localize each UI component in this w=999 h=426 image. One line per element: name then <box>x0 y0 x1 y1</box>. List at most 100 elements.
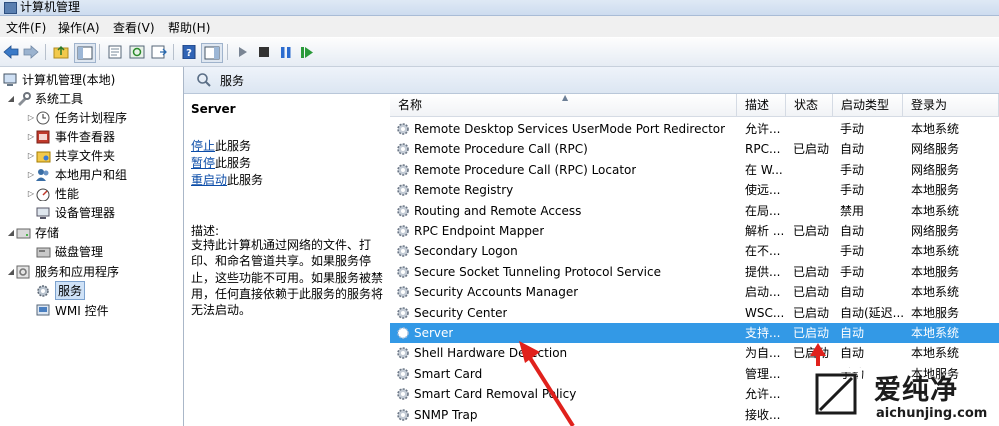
tree-item-services-apps[interactable]: ◢ 服务和应用程序 <box>6 262 119 281</box>
pause-service-link[interactable]: 暂停 <box>191 156 215 170</box>
service-status-cell: 已启动 <box>793 142 830 157</box>
console-tree: 计算机管理(本地) ◢ 系统工具 ▷ 任务计划程序 ▷ 事件查看器 ▷ 共享文件… <box>0 67 184 426</box>
service-name-cell: Remote Procedure Call (RPC) <box>414 142 588 157</box>
tree-item-services[interactable]: 服务 <box>36 281 86 300</box>
collapse-icon[interactable]: ◢ <box>6 267 16 276</box>
menu-file[interactable]: 文件(F) <box>6 19 46 36</box>
service-startup-cell: 手动 <box>840 244 865 259</box>
service-row[interactable]: Secure Socket Tunneling Protocol Service… <box>390 262 999 282</box>
service-row[interactable]: Routing and Remote Access 在局... 禁用 本地系统 <box>390 201 999 221</box>
service-name-cell: Secondary Logon <box>414 244 518 259</box>
menu-help[interactable]: 帮助(H) <box>168 19 210 36</box>
gear-icon <box>397 367 409 380</box>
column-header-status[interactable]: 状态 <box>786 94 833 117</box>
service-logon-cell: 本地系统 <box>911 244 960 259</box>
tree-item-computer-management[interactable]: 计算机管理(本地) <box>3 70 115 89</box>
service-row[interactable]: Security Accounts Manager 启动... 已启动 自动 本地系统 <box>390 282 999 302</box>
stop-service-icon[interactable] <box>257 43 271 61</box>
restart-service-link[interactable]: 重启动 <box>191 173 227 187</box>
service-status-cell: 已启动 <box>793 346 830 361</box>
refresh-icon[interactable] <box>128 43 146 61</box>
expand-icon[interactable]: ▷ <box>26 189 36 198</box>
back-icon[interactable] <box>2 43 20 61</box>
service-row[interactable]: Server 支持... 已启动 自动 本地系统 <box>390 323 999 344</box>
service-desc-cell: 启动... <box>745 285 781 300</box>
description-pane: Server 停止此服务 暂停此服务 重启动此服务 描述: 支持此计算机通过网络… <box>184 94 390 426</box>
tree-item-device-manager[interactable]: 设备管理器 <box>36 203 115 222</box>
service-status-cell: 已启动 <box>793 285 830 300</box>
service-row[interactable]: Remote Registry 使远... 手动 本地服务 <box>390 180 999 200</box>
service-logon-cell: 网络服务 <box>911 162 960 177</box>
collapse-icon[interactable]: ◢ <box>6 228 16 237</box>
storage-icon <box>16 226 31 240</box>
service-row[interactable]: Security Center WSC... 已启动 自动(延迟... 本地服务 <box>390 303 999 323</box>
service-desc-cell: 支持... <box>745 326 781 340</box>
service-row[interactable]: Shell Hardware Detection 为自... 已启动 自动 本地系统 <box>390 343 999 363</box>
gear-icon <box>397 245 409 258</box>
tree-item-performance[interactable]: ▷ 性能 <box>26 184 79 203</box>
pause-service-icon[interactable] <box>279 43 293 61</box>
start-service-icon[interactable] <box>236 43 250 61</box>
collapse-icon[interactable]: ◢ <box>6 94 16 103</box>
export-list-icon[interactable] <box>150 43 168 61</box>
service-desc-cell: 接收... <box>745 407 781 422</box>
service-logon-cell: 本地服务 <box>911 264 960 279</box>
service-name-cell: Security Center <box>414 305 508 320</box>
column-header-startup[interactable]: 启动类型 <box>833 94 903 117</box>
service-desc-cell: 提供... <box>745 264 781 279</box>
window-title: 计算机管理 <box>20 0 81 14</box>
restart-service-row: 重启动此服务 <box>191 173 264 187</box>
tree-item-task-scheduler[interactable]: ▷ 任务计划程序 <box>26 108 127 127</box>
gear-icon <box>397 143 409 156</box>
service-row[interactable]: Remote Procedure Call (RPC) Locator 在 W..… <box>390 160 999 180</box>
service-desc-cell: 解析 ... <box>745 224 785 238</box>
service-row[interactable]: RPC Endpoint Mapper 解析 ... 已启动 自动 网络服务 <box>390 221 999 241</box>
tree-item-event-viewer[interactable]: ▷ 事件查看器 <box>26 127 115 146</box>
service-status-cell: 已启动 <box>793 326 830 340</box>
search-icon <box>196 72 212 91</box>
watermark-brand: 爱纯净 <box>874 375 958 406</box>
computer-management-icon <box>3 73 18 87</box>
gear-icon <box>397 265 409 278</box>
column-header-desc[interactable]: 描述 <box>737 94 786 117</box>
service-status-cell: 已启动 <box>793 264 830 279</box>
tree-item-shared-folders[interactable]: ▷ 共享文件夹 <box>26 146 115 165</box>
wmi-icon <box>36 304 51 318</box>
disk-icon <box>36 245 51 259</box>
service-desc-cell: WSC... <box>745 305 785 320</box>
expand-icon[interactable]: ▷ <box>26 170 36 179</box>
forward-icon[interactable] <box>22 43 40 61</box>
service-row[interactable]: Remote Desktop Services UserMode Port Re… <box>390 119 999 139</box>
tree-item-system-tools[interactable]: ◢ 系统工具 <box>6 89 83 108</box>
service-startup-cell: 禁用 <box>840 203 865 218</box>
column-header-name[interactable]: 名称 ▲ <box>390 94 737 117</box>
expand-icon[interactable]: ▷ <box>26 151 36 160</box>
service-logon-cell: 网络服务 <box>911 224 960 238</box>
tree-item-local-users[interactable]: ▷ 本地用户和组 <box>26 165 127 184</box>
show-hide-tree-icon[interactable] <box>74 43 96 63</box>
tree-item-storage[interactable]: ◢ 存储 <box>6 223 59 242</box>
service-row[interactable]: Remote Procedure Call (RPC) RPC... 已启动 自动 网络… <box>390 139 999 159</box>
menu-action[interactable]: 操作(A) <box>58 19 100 36</box>
users-icon <box>36 168 51 182</box>
tree-item-wmi[interactable]: WMI 控件 <box>36 301 109 320</box>
service-desc-cell: 在局... <box>745 203 781 218</box>
service-row[interactable]: Secondary Logon 在不... 手动 本地系统 <box>390 241 999 261</box>
performance-icon <box>36 187 51 201</box>
stop-service-link[interactable]: 停止 <box>191 139 215 153</box>
tree-item-disk-management[interactable]: 磁盘管理 <box>36 242 103 261</box>
help-icon[interactable]: ? <box>180 43 198 61</box>
expand-icon[interactable]: ▷ <box>26 132 36 141</box>
menu-view[interactable]: 查看(V) <box>113 19 155 36</box>
gear-icon <box>397 327 409 339</box>
service-startup-cell: 自动 <box>840 142 865 157</box>
restart-service-icon[interactable] <box>300 43 314 61</box>
expand-icon[interactable]: ▷ <box>26 113 36 122</box>
properties-icon[interactable] <box>106 43 124 61</box>
service-desc-cell: 使远... <box>745 183 781 198</box>
column-header-logon[interactable]: 登录为 <box>903 94 999 117</box>
action-pane-icon[interactable] <box>201 43 223 63</box>
service-name-cell: Shell Hardware Detection <box>414 346 568 361</box>
up-folder-icon[interactable] <box>52 43 70 61</box>
watermark-logo: 爱纯净 aichunjing.com <box>808 366 999 426</box>
